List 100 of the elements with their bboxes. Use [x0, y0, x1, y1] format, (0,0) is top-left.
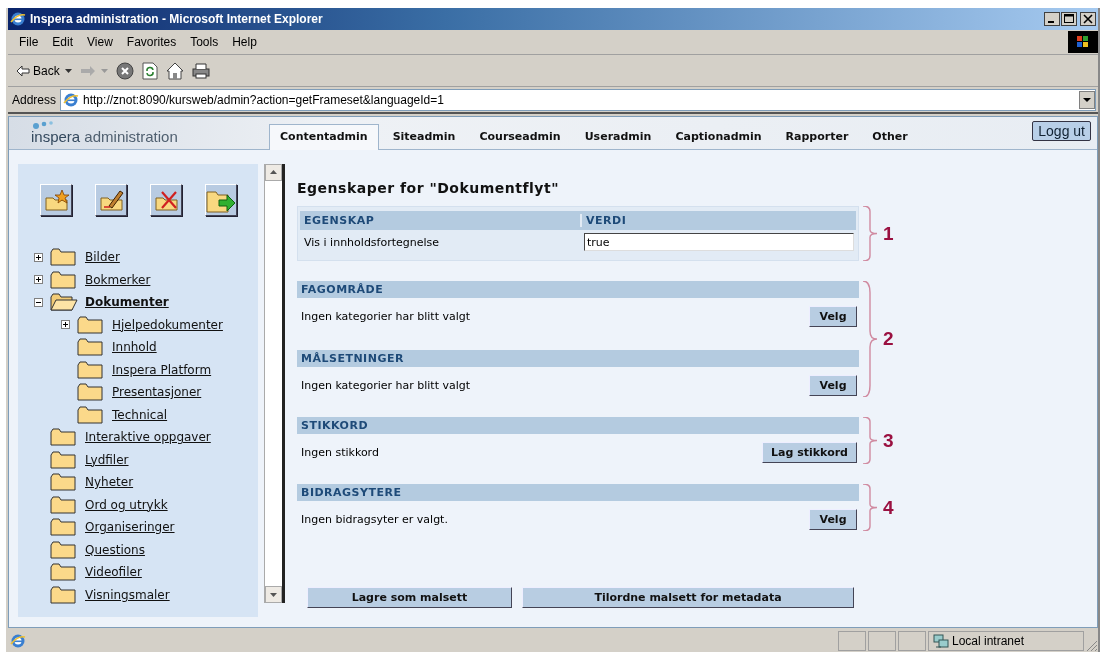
page-icon: [10, 633, 26, 649]
folder-tool-button[interactable]: [40, 184, 72, 216]
nav-tab[interactable]: Rapporter: [775, 125, 859, 149]
maximize-icon[interactable]: [1061, 12, 1077, 26]
expand-icon[interactable]: [34, 252, 43, 262]
address-label: Address: [12, 92, 57, 107]
tree-item[interactable]: Organiseringer: [85, 520, 175, 535]
back-button[interactable]: Back: [16, 63, 60, 78]
section-text: Ingen stikkord: [301, 445, 379, 459]
logo-text: inspera administration: [31, 129, 179, 145]
folder-icon: [77, 360, 105, 379]
group-number: 3: [883, 429, 894, 452]
folder-icon: [77, 338, 105, 357]
tree-item[interactable]: Videofiler: [85, 565, 142, 580]
section-header: FAGOMRÅDE: [297, 281, 859, 298]
collapse-icon[interactable]: [34, 297, 43, 307]
action-button[interactable]: Tilordne malsett for metadata: [522, 587, 854, 608]
window-title: Inspera administration - Microsoft Internet Explorer: [30, 12, 324, 26]
expand-icon[interactable]: [34, 275, 43, 285]
brace-drawing: [863, 206, 877, 261]
nav-tab[interactable]: Useradmin: [574, 125, 662, 149]
folder-icon: [50, 563, 78, 582]
folder-icon: [50, 248, 78, 267]
tree-item[interactable]: Bilder: [85, 250, 120, 265]
tree-item[interactable]: Questions: [85, 542, 145, 557]
menu-item[interactable]: Tools: [183, 35, 226, 49]
tree-item[interactable]: Bokmerker: [85, 272, 151, 287]
folder-tool-button[interactable]: [95, 184, 127, 216]
select-button[interactable]: Velg: [809, 508, 857, 530]
page-heading: Egenskaper for "Dokumentflyt": [297, 180, 560, 196]
folder-icon: [50, 293, 78, 312]
network-icon: [933, 633, 949, 649]
tree-item[interactable]: Interaktive oppgaver: [85, 430, 211, 445]
nav-tab[interactable]: Siteadmin: [382, 125, 466, 149]
select-button[interactable]: Lag stikkord: [762, 441, 857, 463]
select-button[interactable]: Velg: [809, 374, 857, 396]
section-text: Ingen kategorier har blitt valgt: [301, 309, 471, 323]
nav-tab[interactable]: Contentadmin: [269, 124, 379, 150]
action-button[interactable]: Lagre som malsett: [307, 587, 512, 608]
folder-tool-button[interactable]: [150, 184, 182, 216]
tree-item[interactable]: Lydfiler: [85, 452, 129, 467]
folder-icon: [77, 315, 105, 334]
status-pane: [838, 631, 866, 651]
group-number: 1: [883, 222, 894, 245]
address-field[interactable]: http://znot:8090/kursweb/admin?action=getFrameset&languageId=1: [60, 88, 1096, 111]
nav-tab[interactable]: Other: [862, 125, 918, 149]
tree-item[interactable]: Hjelpedokumenter: [112, 317, 223, 332]
section-header: BIDRAGSYTERE: [297, 484, 859, 501]
nav-tab[interactable]: Captionadmin: [665, 125, 772, 149]
folder-icon: [50, 518, 78, 537]
back-arrow-icon: [16, 64, 30, 77]
close-icon[interactable]: [1080, 12, 1096, 26]
status-pane: [868, 631, 896, 651]
group-number: 4: [883, 496, 894, 519]
folder-icon: [50, 495, 78, 514]
folder-tool-button[interactable]: [205, 184, 237, 216]
tree-item[interactable]: Innhold: [112, 340, 157, 355]
value-field[interactable]: true: [584, 233, 854, 251]
section-header: MÅLSETNINGER: [297, 350, 859, 367]
folder-icon: [50, 270, 78, 289]
select-button[interactable]: Velg: [809, 305, 857, 327]
stop-icon[interactable]: [115, 61, 134, 80]
minimize-icon[interactable]: [1044, 12, 1060, 26]
refresh-icon[interactable]: [141, 61, 158, 80]
tree-item[interactable]: Nyheter: [85, 475, 134, 490]
folder-icon: [50, 540, 78, 559]
folder-icon: [50, 428, 78, 447]
column-header: VERDI: [580, 214, 860, 227]
menu-item[interactable]: File: [12, 35, 46, 49]
tree-item[interactable]: Inspera Platform: [112, 362, 212, 377]
menu-item[interactable]: Help: [225, 35, 264, 49]
column-header: EGENSKAP: [303, 214, 376, 227]
dropdown-icon[interactable]: [1079, 90, 1095, 109]
expand-icon[interactable]: [61, 320, 70, 330]
resize-grip-icon[interactable]: [1086, 640, 1098, 652]
folder-icon: [77, 383, 105, 402]
logout-button[interactable]: Logg ut: [1032, 121, 1091, 141]
scroll-up-icon[interactable]: [265, 164, 282, 181]
browser-icon: [10, 11, 26, 27]
folder-icon: [77, 405, 105, 424]
scrollbar[interactable]: [264, 164, 285, 603]
brace-drawing: [863, 417, 877, 464]
menu-item[interactable]: Favorites: [119, 35, 184, 49]
group-number: 2: [883, 328, 894, 350]
zone-label: Local intranet: [952, 634, 1025, 648]
print-icon[interactable]: [191, 62, 210, 79]
tree-item[interactable]: Presentasjoner: [112, 385, 202, 400]
folder-icon: [50, 473, 78, 492]
caret-icon[interactable]: [64, 68, 72, 73]
property-name: Vis i innholdsfortegnelse: [303, 235, 441, 249]
page-icon: [63, 91, 80, 108]
tree-item[interactable]: Technical: [112, 407, 168, 422]
home-icon[interactable]: [165, 61, 184, 80]
menu-item[interactable]: View: [80, 35, 120, 49]
scroll-down-icon[interactable]: [265, 586, 282, 603]
tree-item[interactable]: Dokumenter: [85, 295, 169, 310]
tree-item[interactable]: Ord og utrykk: [85, 497, 168, 512]
nav-tab[interactable]: Courseadmin: [469, 125, 571, 149]
menu-item[interactable]: Edit: [45, 35, 81, 49]
tree-item[interactable]: Visningsmaler: [85, 587, 170, 602]
